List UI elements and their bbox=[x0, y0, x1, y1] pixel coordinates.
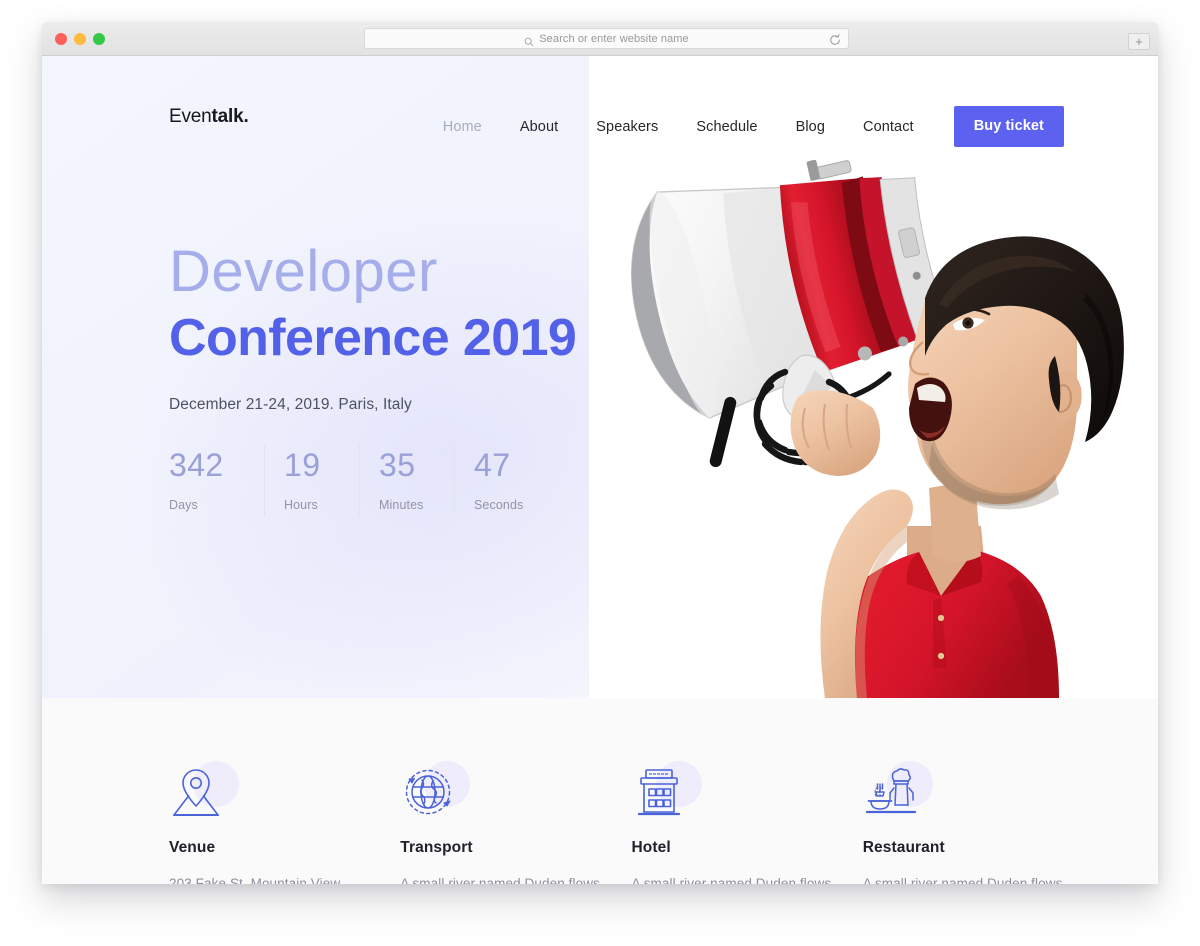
feature-desc-hotel: A small river named Duden flows by their… bbox=[631, 876, 832, 884]
feature-card-transport[interactable]: Transport A small river named Duden flow… bbox=[400, 761, 601, 884]
feature-title-transport: Transport bbox=[400, 839, 473, 856]
address-bar[interactable]: Search or enter website name bbox=[364, 28, 849, 49]
site-logo[interactable]: Eventalk. bbox=[169, 106, 249, 128]
countdown-hours: 19 Hours bbox=[264, 444, 359, 516]
nav-item-contact[interactable]: Contact bbox=[844, 119, 933, 135]
countdown-minutes-value: 35 bbox=[379, 446, 416, 483]
hotel-building-icon bbox=[632, 767, 688, 824]
search-icon bbox=[524, 34, 534, 46]
browser-titlebar: Search or enter website name + bbox=[42, 22, 1158, 56]
countdown-days-value: 342 bbox=[169, 446, 224, 483]
hero-content: Developer Conference 2019 December 21-24… bbox=[169, 241, 599, 516]
nav-item-about[interactable]: About bbox=[501, 119, 577, 135]
chef-cooking-icon bbox=[863, 767, 919, 824]
features-section: Venue 203 Fake St. Mountain View, San Fr… bbox=[42, 698, 1158, 884]
countdown-minutes-label: Minutes bbox=[379, 497, 424, 512]
nav-item-home[interactable]: Home bbox=[424, 119, 501, 135]
hero-section: Eventalk. Home About Speakers Schedule B… bbox=[42, 56, 1158, 698]
nav-item-speakers[interactable]: Speakers bbox=[577, 119, 677, 135]
countdown-seconds-value: 47 bbox=[474, 446, 511, 483]
restaurant-icon-wrap bbox=[863, 761, 937, 823]
countdown-seconds-label: Seconds bbox=[474, 497, 524, 512]
screenshot-root: Search or enter website name + Eventalk.… bbox=[0, 0, 1200, 946]
maximize-window-button[interactable] bbox=[93, 33, 105, 45]
address-bar-content: Search or enter website name bbox=[524, 32, 689, 46]
address-bar-placeholder: Search or enter website name bbox=[539, 32, 689, 45]
logo-text-bold: talk. bbox=[211, 106, 249, 127]
window-traffic-lights bbox=[55, 33, 105, 45]
countdown-days: 342 Days bbox=[169, 445, 264, 516]
feature-desc-transport: A small river named Duden flows by their… bbox=[400, 876, 600, 884]
countdown-hours-label: Hours bbox=[284, 497, 318, 512]
feature-title-restaurant: Restaurant bbox=[862, 839, 945, 856]
hero-title-line1: Developer bbox=[169, 239, 438, 304]
feature-title-hotel: Hotel bbox=[631, 839, 671, 856]
globe-airplane-icon bbox=[400, 767, 456, 824]
feature-title-venue: Venue bbox=[169, 839, 216, 856]
close-window-button[interactable] bbox=[55, 33, 67, 45]
feature-desc-venue: 203 Fake St. Mountain View, San Francisc… bbox=[169, 876, 344, 884]
feature-card-restaurant[interactable]: Restaurant A small river named Duden flo… bbox=[863, 761, 1064, 884]
hotel-icon-wrap bbox=[632, 761, 706, 823]
page-viewport: Eventalk. Home About Speakers Schedule B… bbox=[42, 56, 1158, 884]
minimize-window-button[interactable] bbox=[74, 33, 86, 45]
countdown-days-label: Days bbox=[169, 497, 198, 512]
logo-text-light: Even bbox=[169, 106, 212, 127]
hero-date-location: December 21-24, 2019. Paris, Italy bbox=[169, 395, 412, 413]
hero-title-line2: Conference 2019 bbox=[169, 309, 577, 368]
countdown-hours-value: 19 bbox=[284, 446, 321, 483]
transport-icon-wrap bbox=[400, 761, 474, 823]
hero-image-man-with-megaphone bbox=[589, 56, 1158, 698]
feature-desc-restaurant: A small river named Duden flows by their… bbox=[862, 876, 1063, 884]
countdown-minutes: 35 Minutes bbox=[359, 444, 454, 516]
nav-item-blog[interactable]: Blog bbox=[777, 119, 844, 135]
browser-window: Search or enter website name + Eventalk.… bbox=[42, 22, 1158, 884]
feature-card-venue[interactable]: Venue 203 Fake St. Mountain View, San Fr… bbox=[169, 761, 370, 884]
buy-ticket-button[interactable]: Buy ticket bbox=[953, 106, 1064, 147]
venue-icon-wrap bbox=[169, 761, 243, 823]
plus-icon: + bbox=[1135, 34, 1143, 49]
countdown-seconds: 47 Seconds bbox=[454, 444, 549, 516]
reload-icon[interactable] bbox=[829, 33, 841, 45]
countdown-timer: 342 Days 19 Hours 35 Minutes 47 Seconds bbox=[169, 444, 599, 516]
feature-card-hotel[interactable]: Hotel A small river named Duden flows by… bbox=[632, 761, 833, 884]
new-tab-button[interactable]: + bbox=[1128, 33, 1150, 50]
main-navigation: Home About Speakers Schedule Blog Contac… bbox=[424, 106, 1064, 147]
nav-item-schedule[interactable]: Schedule bbox=[677, 119, 776, 135]
site-header: Eventalk. Home About Speakers Schedule B… bbox=[42, 56, 1158, 152]
map-location-pin-icon bbox=[169, 767, 225, 824]
features-row: Venue 203 Fake St. Mountain View, San Fr… bbox=[169, 761, 1094, 884]
